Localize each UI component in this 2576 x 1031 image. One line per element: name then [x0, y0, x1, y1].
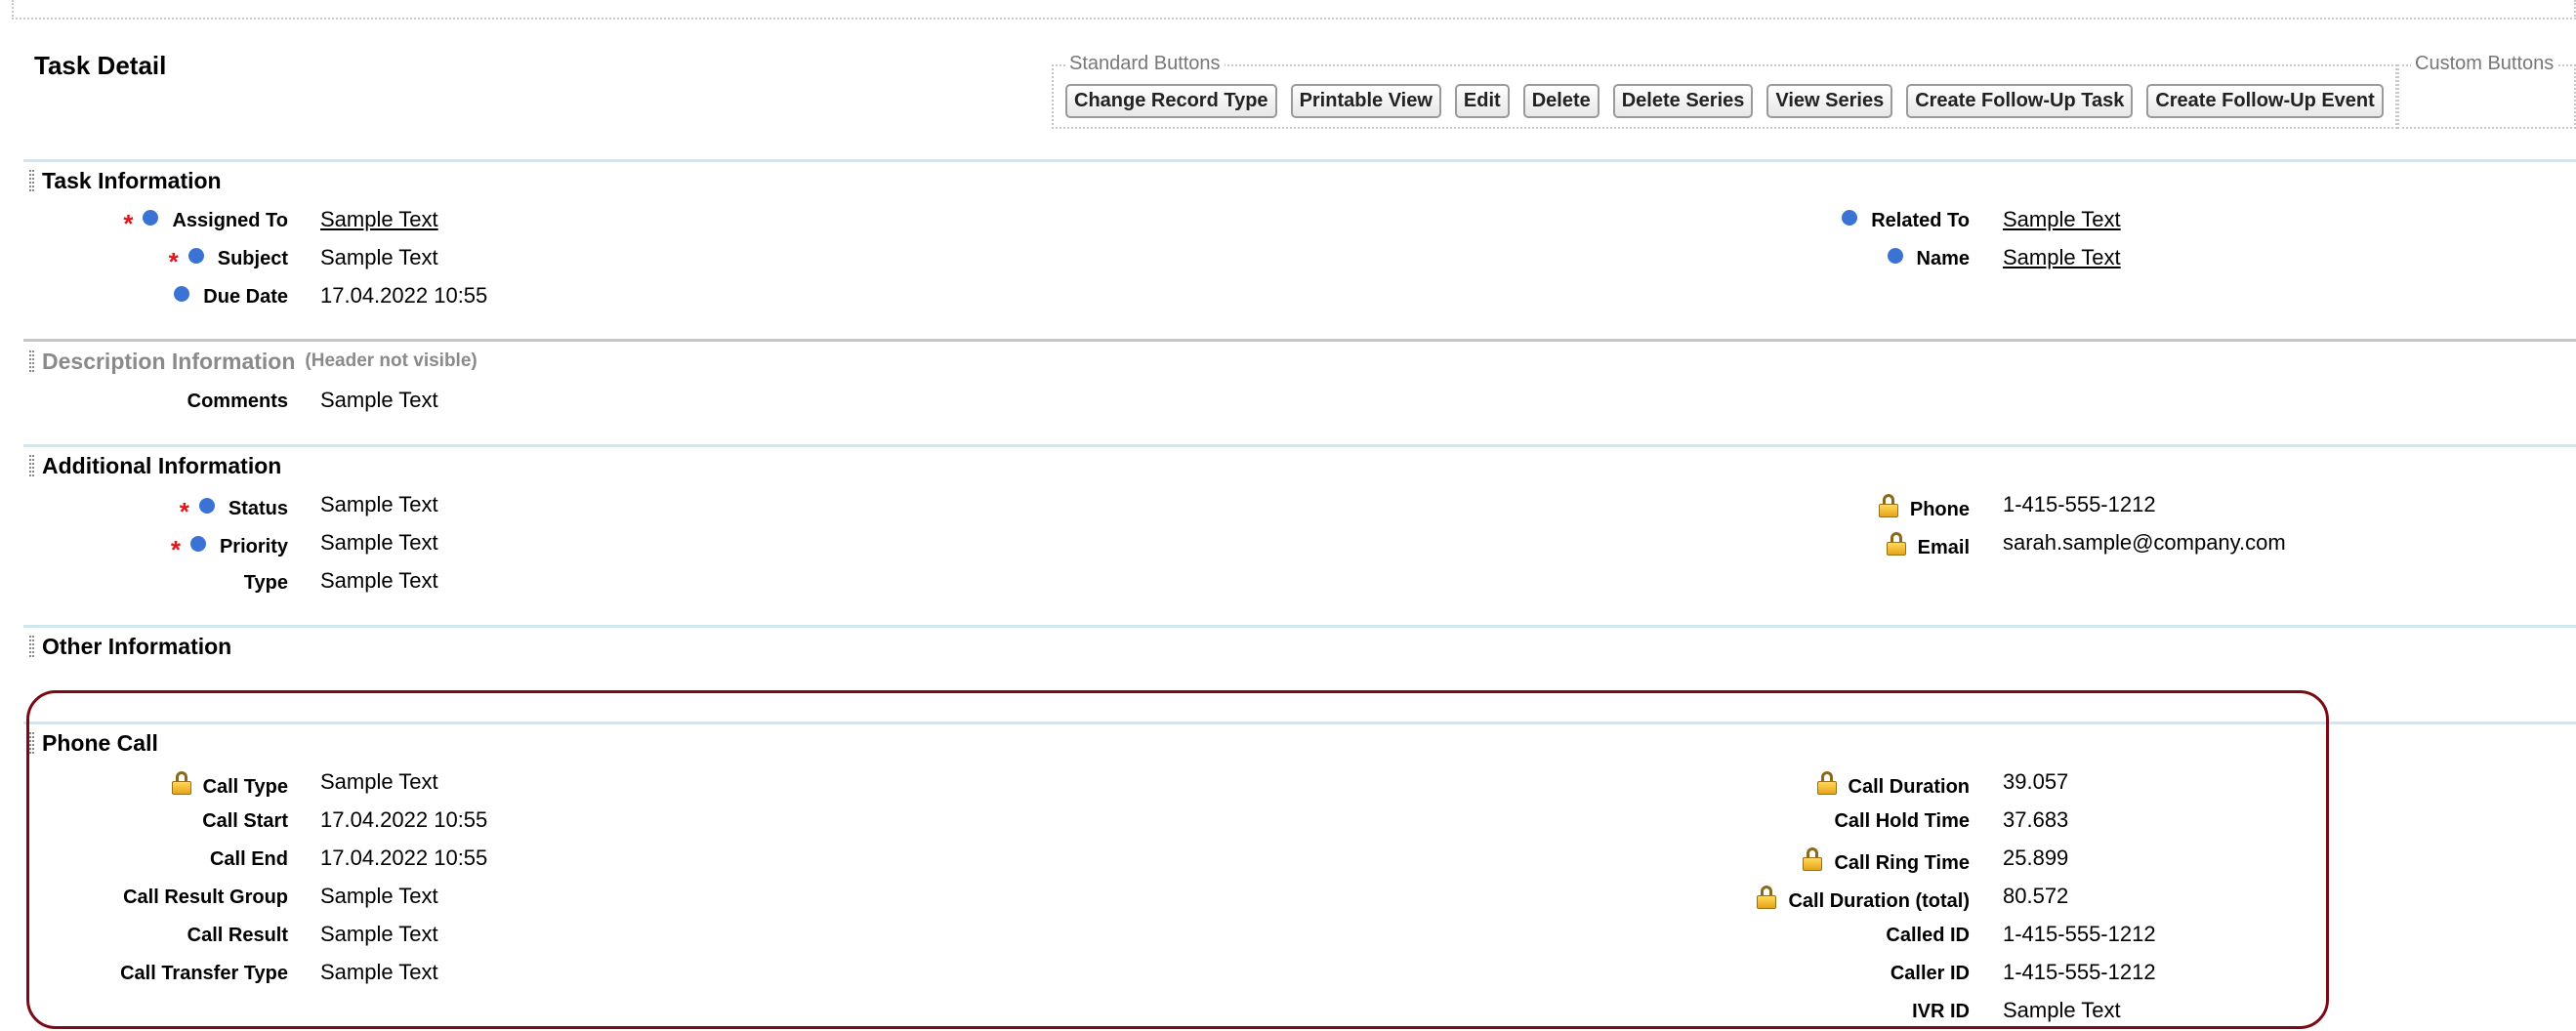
drag-grip-icon[interactable]: [29, 351, 34, 372]
info-dot-icon[interactable]: [1887, 247, 1903, 264]
printable-view-button[interactable]: Printable View: [1290, 84, 1441, 118]
lock-icon: [1886, 532, 1906, 556]
top-dotted-frame: [12, 0, 2576, 20]
drag-grip-icon[interactable]: [29, 636, 34, 657]
status-value: Sample Text: [320, 492, 438, 516]
name-link[interactable]: Sample Text: [2003, 245, 2121, 270]
info-dot-icon[interactable]: [143, 209, 159, 226]
info-dot-icon[interactable]: [198, 497, 215, 514]
section-title: Other Information: [42, 633, 232, 659]
section-divider: [23, 339, 2576, 342]
section-divider: [23, 444, 2576, 447]
page-title: Task Detail: [34, 51, 167, 80]
field-label: * Status: [179, 496, 288, 526]
drag-grip-icon[interactable]: [29, 455, 34, 476]
type-value: Sample Text: [320, 568, 438, 593]
email-value: sarah.sample@company.com: [2003, 530, 2286, 555]
section-hint: (Header not visible): [305, 351, 478, 371]
section-divider: [23, 625, 2576, 628]
lock-icon: [1878, 494, 1898, 517]
field-name: Name: [1660, 243, 1970, 274]
field-label: * Priority: [170, 534, 288, 564]
custom-buttons-legend: Custom Buttons: [2411, 53, 2558, 75]
field-type: Type: [0, 567, 288, 598]
field-subject: * Subject: [0, 243, 288, 274]
field-label: Email: [1886, 532, 1970, 559]
section-header-other-information[interactable]: Other Information: [29, 634, 231, 659]
delete-series-button[interactable]: Delete Series: [1612, 84, 1754, 118]
field-label: Type: [243, 572, 288, 594]
required-icon: *: [179, 496, 189, 526]
delete-button[interactable]: Delete: [1522, 84, 1600, 118]
standard-buttons-legend: Standard Buttons: [1065, 53, 1225, 75]
section-title: Task Information: [42, 167, 222, 193]
phone-call-highlight-frame: [26, 690, 2329, 1029]
assigned-to-link[interactable]: Sample Text: [320, 207, 438, 232]
required-icon: *: [123, 208, 134, 238]
related-to-link[interactable]: Sample Text: [2003, 207, 2121, 232]
comments-value: Sample Text: [320, 388, 438, 412]
info-dot-icon[interactable]: [189, 535, 206, 552]
section-header-description-information[interactable]: Description Information (Header not visi…: [29, 349, 478, 374]
section-header-additional-information[interactable]: Additional Information: [29, 453, 281, 478]
field-assigned-to: * Assigned To: [0, 205, 288, 236]
section-title: Additional Information: [42, 452, 282, 478]
field-status: * Status: [0, 493, 288, 524]
create-follow-up-event-button[interactable]: Create Follow-Up Event: [2146, 84, 2384, 118]
edit-button[interactable]: Edit: [1454, 84, 1510, 118]
field-comments: Comments: [0, 386, 288, 417]
custom-buttons-group: Custom Buttons: [2397, 53, 2576, 129]
drag-grip-icon[interactable]: [29, 170, 34, 191]
create-follow-up-task-button[interactable]: Create Follow-Up Task: [1906, 84, 2134, 118]
info-dot-icon[interactable]: [187, 247, 204, 264]
field-phone: Phone: [1660, 493, 1970, 524]
section-title: Description Information: [42, 348, 296, 374]
change-record-type-button[interactable]: Change Record Type: [1065, 84, 1277, 118]
required-icon: *: [168, 246, 179, 276]
phone-value: 1-415-555-1212: [2003, 492, 2156, 516]
field-label: Related To: [1842, 209, 1970, 232]
field-label: Comments: [187, 391, 288, 412]
info-dot-icon[interactable]: [174, 285, 190, 302]
info-dot-icon[interactable]: [1842, 209, 1858, 226]
field-priority: * Priority: [0, 531, 288, 562]
field-due-date: Due Date: [0, 281, 288, 312]
view-series-button[interactable]: View Series: [1766, 84, 1893, 118]
field-label: * Assigned To: [123, 208, 288, 238]
due-date-value: 17.04.2022 10:55: [320, 283, 488, 308]
subject-value: Sample Text: [320, 245, 438, 269]
field-label: * Subject: [168, 246, 288, 276]
priority-value: Sample Text: [320, 530, 438, 555]
section-header-task-information[interactable]: Task Information: [29, 168, 222, 193]
required-icon: *: [170, 534, 181, 564]
field-email: Email: [1660, 531, 1970, 562]
section-divider: [23, 159, 2576, 162]
standard-buttons-row: Change Record Type Printable View Edit D…: [1065, 84, 2384, 118]
field-label: Name: [1887, 247, 1970, 270]
standard-buttons-group: Standard Buttons Change Record Type Prin…: [1052, 53, 2397, 129]
field-related-to: Related To: [1660, 205, 1970, 236]
field-label: Due Date: [174, 285, 288, 309]
field-label: Phone: [1878, 494, 1970, 521]
